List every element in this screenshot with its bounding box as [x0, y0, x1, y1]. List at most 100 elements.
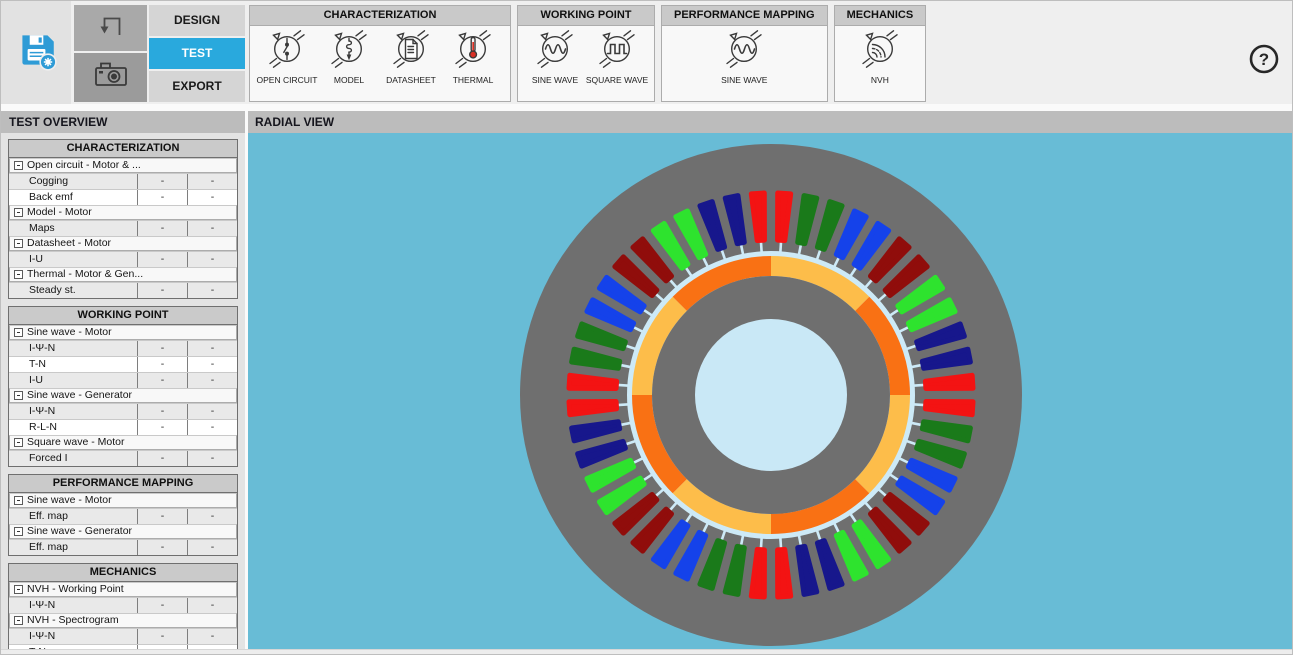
row-label-text: Forced I [29, 451, 68, 466]
row-label: Sine wave - Generator [10, 389, 236, 402]
tree-group-row[interactable]: Sine wave - Motor [9, 325, 237, 340]
help-button[interactable]: ? [1247, 42, 1281, 76]
row-label-text: Datasheet - Motor [27, 237, 111, 250]
row-label-text: Maps [29, 221, 55, 236]
tree-item-row[interactable]: Back emf-- [9, 189, 237, 205]
shaft [695, 319, 847, 471]
characterization-thermal-button[interactable]: THERMAL [442, 29, 504, 85]
tree-item-row[interactable]: I-Ψ-N-- [9, 628, 237, 644]
table-section-title: PERFORMANCE MAPPING [9, 475, 237, 493]
tree-item-row[interactable]: I-U-- [9, 372, 237, 388]
tree-group-row[interactable]: Sine wave - Generator [9, 524, 237, 539]
working-point-square-wave-button[interactable]: SQUARE WAVE [586, 29, 648, 85]
overview-table-working-point: WORKING POINTSine wave - MotorI-Ψ-N--T-N… [8, 306, 238, 467]
row-value-cell: - [137, 598, 187, 613]
tool-button-label: DATASHEET [386, 75, 436, 85]
tree-group-row[interactable]: Square wave - Motor [9, 435, 237, 450]
tree-group-row[interactable]: Datasheet - Motor [9, 236, 237, 251]
row-value-cell: - [187, 174, 237, 189]
table-section-title: CHARACTERIZATION [9, 140, 237, 158]
tree-item-row[interactable]: R-L-N-- [9, 419, 237, 435]
collapse-icon[interactable] [14, 161, 23, 170]
collapse-icon[interactable] [14, 527, 23, 536]
sine-icon [724, 29, 764, 74]
working-point-sine-wave-button[interactable]: SINE WAVE [524, 29, 586, 85]
ribbon-groups: CHARACTERIZATION OPEN CIRCUIT MODEL DATA… [249, 5, 926, 102]
tree-item-row[interactable]: T-N-- [9, 356, 237, 372]
ribbon-group-characterization: CHARACTERIZATION OPEN CIRCUIT MODEL DATA… [249, 5, 511, 102]
row-label: I-U [9, 252, 137, 267]
collapse-icon[interactable] [14, 585, 23, 594]
ribbon-group-title: CHARACTERIZATION [250, 6, 510, 26]
tree-item-row[interactable]: I-U-- [9, 251, 237, 267]
radial-view-canvas[interactable] [248, 133, 1293, 649]
tab-export[interactable]: EXPORT [149, 71, 245, 102]
tree-item-row[interactable]: Forced I-- [9, 450, 237, 466]
row-label: Open circuit - Motor & ... [10, 159, 236, 172]
save-button[interactable] [1, 1, 71, 104]
ribbon-group-performance-mapping: PERFORMANCE MAPPING SINE WAVE [661, 5, 828, 102]
tool-button-label: SINE WAVE [532, 75, 578, 85]
screenshot-button[interactable] [74, 53, 147, 102]
tree-item-row[interactable]: I-Ψ-N-- [9, 340, 237, 356]
row-label-text: Model - Motor [27, 206, 92, 219]
characterization-model-button[interactable]: MODEL [318, 29, 380, 85]
row-value-cell: - [187, 629, 237, 644]
undo-button[interactable] [74, 5, 147, 51]
nvh-icon [860, 29, 900, 74]
tree-item-row[interactable]: I-Ψ-N-- [9, 403, 237, 419]
row-label-text: Cogging [29, 174, 68, 189]
tree-item-row[interactable]: Eff. map-- [9, 539, 237, 555]
tree-group-row[interactable]: Thermal - Motor & Gen... [9, 267, 237, 282]
row-label: Datasheet - Motor [10, 237, 236, 250]
tree-item-row[interactable]: Eff. map-- [9, 508, 237, 524]
row-value-cell: - [187, 283, 237, 298]
collapse-icon[interactable] [14, 616, 23, 625]
row-value-cell: - [137, 221, 187, 236]
tree-group-row[interactable]: NVH - Working Point [9, 582, 237, 597]
row-label-text: I-U [29, 373, 43, 388]
tab-design[interactable]: DESIGN [149, 5, 245, 36]
tree-group-row[interactable]: Model - Motor [9, 205, 237, 220]
overview-table-characterization: CHARACTERIZATIONOpen circuit - Motor & .… [8, 139, 238, 299]
tab-test[interactable]: TEST [149, 38, 245, 69]
characterization-datasheet-button[interactable]: DATASHEET [380, 29, 442, 85]
help-icon: ? [1247, 63, 1281, 80]
collapse-icon[interactable] [14, 208, 23, 217]
tree-group-row[interactable]: Sine wave - Motor [9, 493, 237, 508]
tree-item-row[interactable]: Maps -- [9, 220, 237, 236]
datasheet-icon [391, 29, 431, 74]
sine-icon [535, 29, 575, 74]
row-label-text: I-U [29, 252, 43, 267]
collapse-icon[interactable] [14, 328, 23, 337]
row-value-cell: - [187, 373, 237, 388]
mechanics-nvh-button[interactable]: NVH [849, 29, 911, 85]
row-value-cell: - [187, 221, 237, 236]
tree-group-row[interactable]: NVH - Spectrogram [9, 613, 237, 628]
collapse-icon[interactable] [14, 391, 23, 400]
save-icon [13, 27, 59, 78]
ribbon-group-title: PERFORMANCE MAPPING [662, 6, 827, 26]
tree-group-row[interactable]: Sine wave - Generator [9, 388, 237, 403]
row-label: Steady st. [9, 283, 137, 298]
collapse-icon[interactable] [14, 496, 23, 505]
row-label-text: NVH - Spectrogram [27, 614, 119, 627]
row-label: Sine wave - Motor [10, 494, 236, 507]
collapse-icon[interactable] [14, 239, 23, 248]
row-label-text: R-L-N [29, 420, 57, 435]
tree-item-row[interactable]: Cogging-- [9, 173, 237, 189]
row-label-text: Back emf [29, 190, 73, 205]
collapse-icon[interactable] [14, 270, 23, 279]
tree-group-row[interactable]: Open circuit - Motor & ... [9, 158, 237, 173]
test-overview-header: TEST OVERVIEW [1, 111, 245, 133]
row-label: I-Ψ-N [9, 341, 137, 356]
row-value-cell: - [187, 540, 237, 555]
characterization-open-circuit-button[interactable]: OPEN CIRCUIT [256, 29, 318, 85]
tree-item-row[interactable]: Steady st.-- [9, 282, 237, 298]
slot-opening [911, 404, 925, 405]
slot-opening [617, 385, 631, 386]
performance-mapping-sine-wave-button[interactable]: SINE WAVE [713, 29, 775, 85]
tree-item-row[interactable]: I-Ψ-N-- [9, 597, 237, 613]
collapse-icon[interactable] [14, 438, 23, 447]
row-label: I-U [9, 373, 137, 388]
